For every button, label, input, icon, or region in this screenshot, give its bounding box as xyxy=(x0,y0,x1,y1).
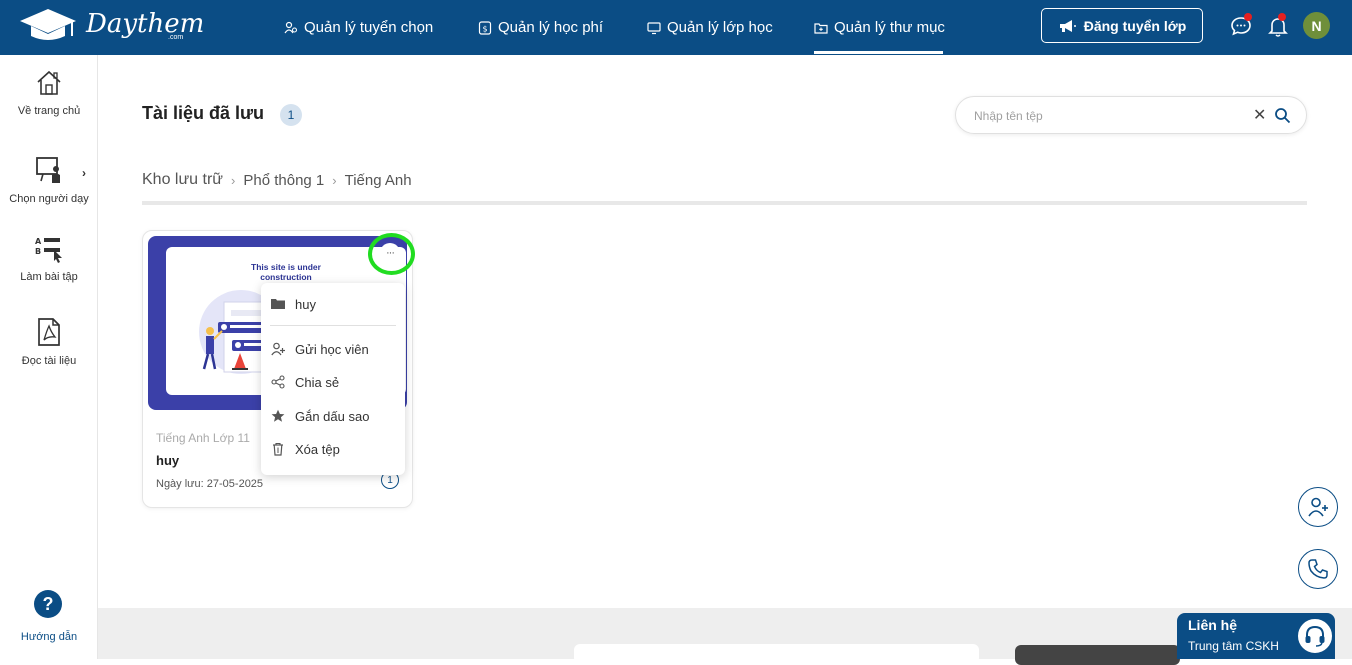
breadcrumb-item[interactable]: Phổ thông 1 xyxy=(243,172,324,189)
file-name: huy xyxy=(156,453,180,468)
nav-label: Quản lý thư mục xyxy=(834,19,945,36)
footer-card xyxy=(574,644,979,664)
menu-folder-item[interactable]: huy xyxy=(271,294,316,314)
headset-icon xyxy=(1296,617,1334,655)
nav-tuition-management[interactable]: $ Quản lý học phí xyxy=(478,0,603,55)
sidebar-item-read-documents[interactable]: Đọc tài liệu xyxy=(0,317,98,367)
users-search-icon xyxy=(284,21,298,33)
page-title: Tài liệu đã lưu xyxy=(142,103,265,123)
dollar-icon: $ xyxy=(478,20,492,35)
star-icon xyxy=(271,409,285,422)
phone-float-button[interactable] xyxy=(1298,549,1338,589)
chat-notification-dot xyxy=(1244,13,1252,21)
svg-text:B: B xyxy=(35,247,41,256)
sidebar-item-label: Về trang chủ xyxy=(17,105,81,117)
contact-title: Liên hệ xyxy=(1188,617,1238,633)
nav-class-management[interactable]: Quản lý lớp học xyxy=(647,0,773,55)
highlight-ring xyxy=(368,233,415,275)
post-class-label: Đăng tuyển lớp xyxy=(1083,17,1187,34)
svg-text:$: $ xyxy=(482,24,487,33)
count-badge: 1 xyxy=(280,104,302,126)
nav-active-indicator xyxy=(814,51,943,54)
notification-button[interactable] xyxy=(1266,13,1290,38)
avatar-initial: N xyxy=(1311,17,1322,34)
divider xyxy=(142,201,1307,205)
nav-label: Quản lý lớp học xyxy=(667,19,773,36)
menu-item-share[interactable]: Chia sẻ xyxy=(271,372,339,392)
logo[interactable]: Daythem .com xyxy=(18,6,204,46)
trash-icon xyxy=(273,442,283,456)
svg-text:A: A xyxy=(35,237,42,246)
post-class-button[interactable]: Đăng tuyển lớp xyxy=(1041,8,1203,43)
help-button[interactable]: ? xyxy=(34,590,62,618)
nav-selection-management[interactable]: Quản lý tuyển chọn xyxy=(284,0,433,55)
logo-text: Daythem xyxy=(86,9,205,39)
home-icon xyxy=(37,70,61,95)
search-icon[interactable] xyxy=(1274,107,1291,124)
phone-icon xyxy=(1308,559,1328,579)
menu-item-label: Gắn dấu sao xyxy=(295,408,370,424)
share-icon xyxy=(271,375,285,389)
sidebar-item-label: Chọn người dạy xyxy=(9,193,89,205)
folder-icon xyxy=(814,22,828,34)
chevron-right-icon[interactable]: › xyxy=(82,166,86,180)
sidebar-item-choose-teacher[interactable]: Chọn người dạy xyxy=(0,155,98,205)
menu-folder-label: huy xyxy=(295,296,316,312)
breadcrumb-item[interactable]: Tiếng Anh xyxy=(345,172,412,189)
add-user-float-button[interactable] xyxy=(1298,487,1338,527)
megaphone-icon xyxy=(1059,19,1076,32)
sidebar: Về trang chủ Chọn người dạy › AB Làm bài… xyxy=(0,55,98,659)
search-bar: ✕ xyxy=(955,96,1307,134)
monitor-icon xyxy=(647,21,661,34)
menu-item-label: Xóa tệp xyxy=(295,441,340,457)
menu-divider xyxy=(270,325,396,326)
menu-item-send-student[interactable]: Gửi học viên xyxy=(271,339,369,359)
logo-subtext: .com xyxy=(168,34,184,41)
file-subject: Tiếng Anh Lớp 11 xyxy=(156,431,250,445)
teacher-board-icon xyxy=(36,157,60,183)
contact-widget[interactable]: Liên hệ Trung tâm CSKH xyxy=(1177,613,1335,659)
graduation-cap-icon xyxy=(20,9,76,40)
user-add-icon xyxy=(1308,497,1328,517)
clear-icon[interactable]: ✕ xyxy=(1253,105,1266,125)
nav-label: Quản lý tuyển chọn xyxy=(304,19,434,36)
avatar[interactable]: N xyxy=(1303,12,1330,39)
nav-label: Quản lý học phí xyxy=(498,19,604,36)
context-menu: huy Gửi học viên Chia sẻ Gắn dấu sao Xóa… xyxy=(261,283,405,475)
sidebar-item-label: Làm bài tập xyxy=(20,271,78,283)
pdf-icon xyxy=(38,318,60,346)
bell-notification-dot xyxy=(1278,13,1286,21)
sidebar-item-home[interactable]: Về trang chủ xyxy=(0,69,98,117)
nav-folder-management[interactable]: Quản lý thư mục xyxy=(814,0,945,55)
contact-subtitle: Trung tâm CSKH xyxy=(1188,639,1279,653)
menu-item-star[interactable]: Gắn dấu sao xyxy=(271,406,369,426)
menu-item-label: Gửi học viên xyxy=(295,341,369,357)
file-saved-date: Ngày lưu: 27-05-2025 xyxy=(156,478,264,490)
breadcrumb-item[interactable]: Kho lưu trữ xyxy=(142,171,223,189)
sidebar-item-exercises[interactable]: AB Làm bài tập xyxy=(0,235,98,283)
breadcrumb-separator: › xyxy=(231,172,236,188)
search-input[interactable] xyxy=(974,106,1244,126)
chat-button[interactable] xyxy=(1229,13,1253,38)
exercise-list-icon: AB xyxy=(35,237,62,263)
menu-item-label: Chia sẻ xyxy=(295,374,340,390)
footer-banner xyxy=(1015,645,1180,665)
sidebar-item-label: Đọc tài liệu xyxy=(21,355,77,367)
help-symbol: ? xyxy=(42,593,54,614)
breadcrumb: Kho lưu trữ › Phổ thông 1 › Tiếng Anh xyxy=(142,171,412,189)
breadcrumb-separator: › xyxy=(332,172,337,188)
top-navbar: Daythem .com Quản lý tuyển chọn $ Quản l… xyxy=(0,0,1352,55)
user-add-icon xyxy=(271,342,285,356)
help-label[interactable]: Hướng dẫn xyxy=(0,631,98,643)
menu-item-delete[interactable]: Xóa tệp xyxy=(271,439,340,459)
folder-icon xyxy=(271,299,285,309)
